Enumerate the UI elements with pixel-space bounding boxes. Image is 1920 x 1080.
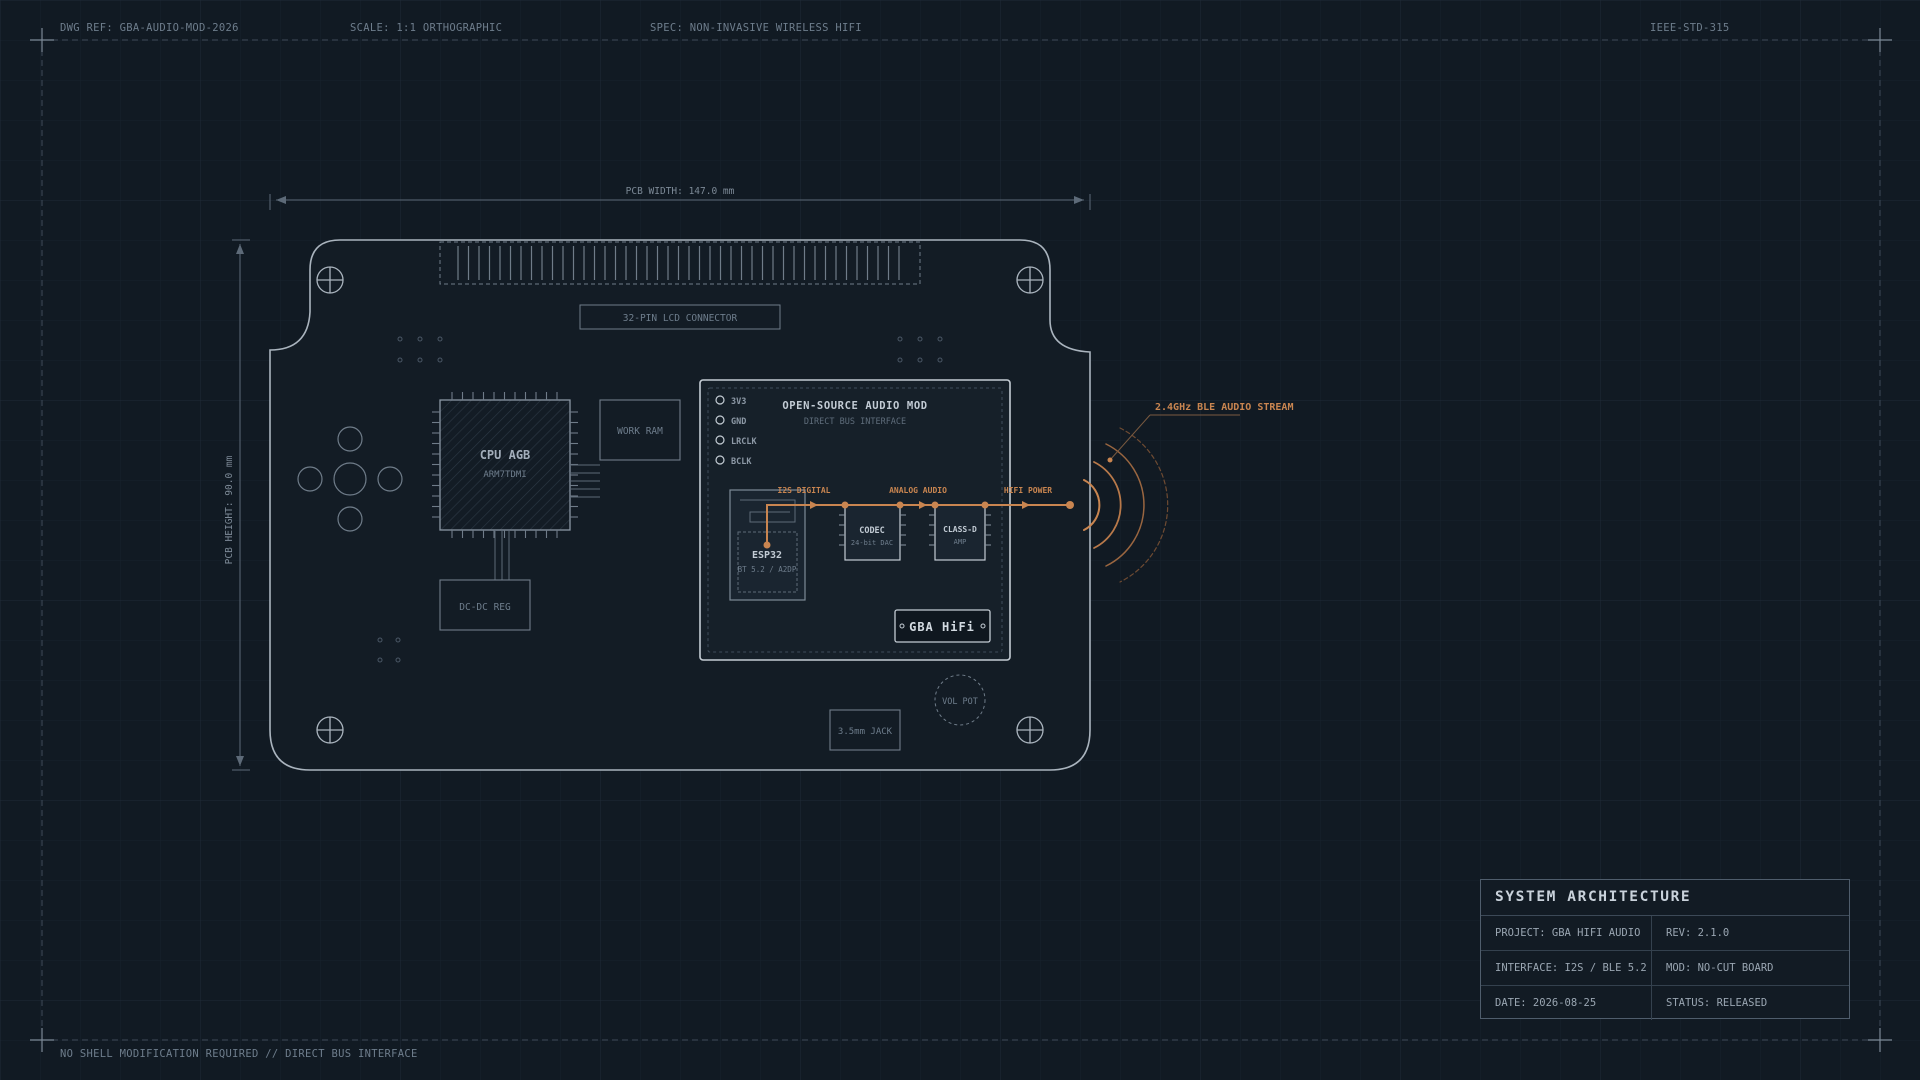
cpu-chip	[432, 392, 578, 538]
esp32-sub: BT 5.2 / A2DP	[738, 565, 797, 574]
dcdc-label: DC-DC REG	[459, 602, 511, 613]
codec-label: CODEC	[859, 526, 885, 536]
mod-field: MOD: NO-CUT BOARD	[1666, 962, 1774, 974]
scale-label: SCALE: 1:1 ORTHOGRAPHIC	[350, 22, 503, 34]
pin-lrclk-label: LRCLK	[731, 437, 757, 447]
amp-sub: AMP	[954, 538, 967, 546]
vol-pot-label: VOL POT	[942, 697, 978, 707]
blueprint-stage: PCB WIDTH: 147.0 mm PCB HEIGHT: 90.0 mm …	[0, 0, 1920, 1080]
codec-sub: 24-bit DAC	[851, 539, 893, 547]
standard-label: IEEE-STD-315	[1650, 22, 1730, 34]
interface-field: INTERFACE: I2S / BLE 5.2	[1481, 951, 1652, 985]
pin-gnd-label: GND	[731, 417, 746, 427]
rev-field: REV: 2.1.0	[1666, 927, 1730, 939]
work-ram-label: WORK RAM	[617, 426, 663, 437]
title-block-heading: SYSTEM ARCHITECTURE	[1481, 880, 1849, 916]
spec-label: SPEC: NON-INVASIVE WIRELESS HIFI	[650, 22, 862, 34]
pcb-width-label: PCB WIDTH: 147.0 mm	[626, 186, 735, 197]
cpu-name: CPU AGB	[480, 448, 531, 462]
gba-hifi-label: GBA HiFi	[909, 620, 975, 634]
pin-3v3-label: 3V3	[731, 397, 746, 407]
title-block-row: INTERFACE: I2S / BLE 5.2 MOD: NO-CUT BOA…	[1481, 951, 1849, 986]
pcb-height-label: PCB HEIGHT: 90.0 mm	[224, 455, 235, 564]
title-block: SYSTEM ARCHITECTURE PROJECT: GBA HIFI AU…	[1480, 879, 1850, 1020]
jack-label: 3.5mm JACK	[838, 727, 893, 737]
dwg-ref: DWG REF: GBA-AUDIO-MOD-2026	[60, 22, 239, 34]
pin-bclk-label: BCLK	[731, 457, 752, 467]
mod-title: OPEN-SOURCE AUDIO MOD	[782, 400, 927, 412]
title-block-row: DATE: 2026-08-25 STATUS: RELEASED	[1481, 986, 1849, 1020]
cpu-sub: ARM7TDMI	[483, 470, 526, 480]
lcd-connector-label: 32-PIN LCD CONNECTOR	[623, 313, 738, 324]
amp-label: CLASS-D	[943, 525, 977, 534]
status-field: STATUS: RELEASED	[1666, 997, 1768, 1009]
signal-label-i2s: I2S DIGITAL	[778, 486, 831, 495]
wireless-label: 2.4GHz BLE AUDIO STREAM	[1155, 402, 1293, 413]
mod-subtitle: DIRECT BUS INTERFACE	[804, 417, 906, 427]
esp32-label: ESP32	[752, 550, 782, 561]
signal-label-power: HIFI POWER	[1004, 486, 1052, 495]
title-block-row: PROJECT: GBA HIFI AUDIO REV: 2.1.0	[1481, 916, 1849, 951]
date-field: DATE: 2026-08-25	[1481, 986, 1652, 1020]
footer-note: NO SHELL MODIFICATION REQUIRED // DIRECT…	[60, 1048, 418, 1060]
project-field: PROJECT: GBA HIFI AUDIO	[1481, 916, 1652, 950]
signal-label-analog: ANALOG AUDIO	[889, 486, 947, 495]
